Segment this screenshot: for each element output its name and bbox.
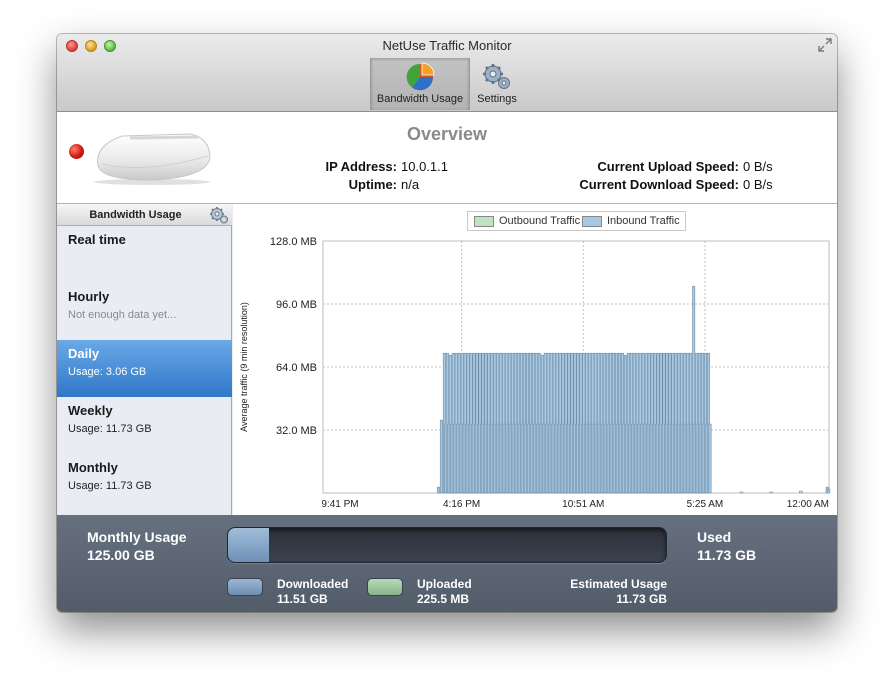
app-window: NetUse Traffic Monitor Bandwidth Usage S…: [57, 34, 837, 612]
downloaded-value: 11.51 GB: [277, 592, 328, 606]
chart-legend: Outbound Traffic Inbound Traffic: [467, 211, 686, 231]
y-tick-label: 128.0 MB: [270, 236, 317, 248]
gears-icon: [483, 64, 510, 89]
ip-address-row: IP Address: 10.0.1.1: [277, 159, 448, 174]
sidebar-item-label: Real time: [68, 232, 126, 247]
sidebar-item-real-time[interactable]: Real time: [57, 226, 232, 283]
status-indicator: [69, 144, 84, 159]
usage-progress-fill: [228, 528, 270, 562]
usage-progress-bar: [227, 527, 667, 563]
legend-swatch-inbound: [582, 216, 602, 227]
y-tick-label: 32.0 MB: [276, 425, 317, 437]
traffic-chart: 128.0 MB 96.0 MB 64.0 MB 32.0 MB 9:41 PM 4:16…: [239, 236, 831, 510]
sidebar: Bandwidth Usage Real time Hourly Not eno…: [57, 204, 232, 515]
chart-bar-outbound: [739, 491, 744, 494]
upload-speed-row: Current Upload Speed: 0 B/s: [557, 159, 773, 174]
monthly-usage-value: 125.00 GB: [87, 547, 155, 563]
ip-address-label: IP Address:: [325, 159, 397, 174]
toolbar-bandwidth-label: Bandwidth Usage: [376, 93, 464, 105]
x-tick-label: 10:51 AM: [562, 499, 604, 510]
chart-bar-inbound: [827, 488, 831, 494]
toolbar-settings[interactable]: Settings: [470, 58, 524, 110]
overview-panel: Overview IP Address: 10.0.1.1 Uptime: n/a …: [57, 112, 837, 204]
toolbar-settings-label: Settings: [477, 93, 517, 105]
sidebar-item-sub: Usage: 3.06 GB: [68, 366, 147, 378]
legend-label-outbound: Outbound Traffic: [499, 215, 581, 227]
sidebar-item-sub: Not enough data yet...: [68, 309, 177, 321]
y-axis-label: Average traffic (9 min resolution): [239, 302, 249, 432]
chart-bar-inbound: [436, 486, 440, 494]
used-value: 11.73 GB: [697, 547, 757, 563]
chart-bar-inbound: [708, 423, 712, 494]
usage-summary-bar: Monthly Usage 125.00 GB Used 11.73 GB Do…: [57, 515, 837, 612]
uptime-row: Uptime: n/a: [277, 177, 419, 192]
download-speed-label: Current Download Speed:: [579, 177, 739, 192]
estimated-usage-value: 11.73 GB: [616, 592, 667, 606]
used-label: Used: [697, 529, 732, 545]
x-tick-label: 9:41 PM: [321, 499, 358, 510]
window-title: NetUse Traffic Monitor: [382, 38, 512, 53]
uptime-label: Uptime:: [348, 177, 397, 192]
upload-speed-label: Current Upload Speed:: [597, 159, 739, 174]
download-speed-row: Current Download Speed: 0 B/s: [557, 177, 773, 192]
sidebar-item-sub: Usage: 11.73 GB: [68, 480, 152, 492]
overview-title: Overview: [406, 124, 488, 144]
toolbar-bandwidth-usage[interactable]: Bandwidth Usage: [370, 58, 470, 110]
upload-speed-value: 0 B/s: [743, 159, 773, 174]
sidebar-item-label: Monthly: [68, 460, 118, 475]
uploaded-value: 225.5 MB: [417, 592, 470, 606]
uptime-value: n/a: [401, 177, 420, 192]
title-bar: NetUse Traffic Monitor Bandwidth Usage S…: [57, 34, 837, 112]
sidebar-item-monthly[interactable]: Monthly Usage: 11.73 GB: [57, 454, 232, 511]
monthly-usage-label: Monthly Usage: [87, 529, 187, 545]
pie-chart-icon: [406, 62, 435, 91]
x-tick-label: 5:25 AM: [687, 499, 724, 510]
sidebar-item-label: Daily: [68, 346, 100, 361]
legend-label-inbound: Inbound Traffic: [607, 215, 680, 227]
chart-bar-outbound: [769, 491, 773, 494]
sidebar-item-label: Hourly: [68, 289, 110, 304]
estimated-usage-label: Estimated Usage: [570, 577, 667, 591]
sidebar-item-label: Weekly: [68, 403, 113, 418]
fullscreen-icon[interactable]: [818, 38, 832, 52]
sidebar-item-hourly[interactable]: Hourly Not enough data yet...: [57, 283, 232, 340]
y-tick-label: 96.0 MB: [276, 299, 317, 311]
downloaded-label: Downloaded: [277, 577, 349, 591]
sidebar-header: Bandwidth Usage: [57, 204, 232, 226]
x-tick-label: 4:16 PM: [443, 499, 480, 510]
sidebar-header-label: Bandwidth Usage: [89, 209, 182, 221]
chart-pane: 128.0 MB 96.0 MB 64.0 MB 32.0 MB 9:41 PM 4:16…: [233, 204, 837, 515]
download-speed-value: 0 B/s: [743, 177, 773, 192]
chart-bar-outbound: [799, 490, 803, 494]
legend-swatch-outbound: [474, 216, 494, 227]
sidebar-item-sub: Usage: 11.73 GB: [68, 423, 152, 435]
uploaded-swatch: [367, 578, 403, 596]
x-tick-label: 12:00 AM: [787, 499, 829, 510]
sidebar-item-weekly[interactable]: Weekly Usage: 11.73 GB: [57, 397, 232, 454]
ip-address-value: 10.0.1.1: [401, 159, 448, 174]
chart-bar-inbound: [439, 419, 443, 494]
sidebar-item-daily[interactable]: Daily Usage: 3.06 GB: [57, 340, 232, 397]
downloaded-swatch: [227, 578, 263, 596]
y-tick-label: 64.0 MB: [276, 362, 317, 374]
uploaded-label: Uploaded: [417, 577, 472, 591]
gears-icon[interactable]: [209, 206, 229, 224]
